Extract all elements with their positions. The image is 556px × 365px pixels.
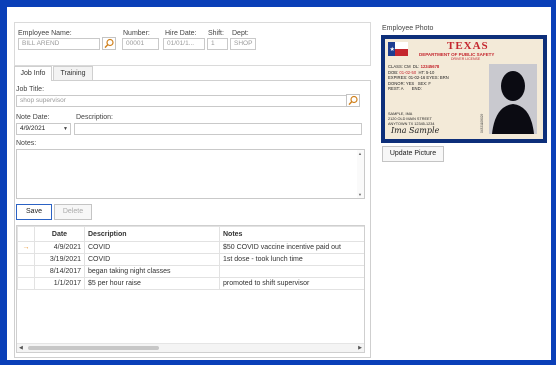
- cell-description[interactable]: began taking night classes: [84, 265, 220, 278]
- card-state-title: TEXAS: [447, 40, 489, 52]
- cell-notes[interactable]: 1st dose - took lunch time: [219, 253, 364, 266]
- cell-notes[interactable]: [219, 265, 364, 278]
- update-picture-button[interactable]: Update Picture: [382, 146, 444, 162]
- row-indicator-header: [17, 226, 35, 242]
- note-date-label: Note Date:: [16, 114, 50, 121]
- card-eyes: EYES: BRN: [426, 75, 449, 81]
- notes-scrollbar[interactable]: ▲ ▼: [357, 150, 364, 198]
- table-row[interactable]: → 4/9/2021 COVID $50 COVID vaccine incen…: [17, 241, 364, 254]
- number-label: Number:: [123, 30, 150, 37]
- cell-description[interactable]: COVID: [84, 253, 220, 266]
- chevron-down-icon[interactable]: ▼: [63, 124, 68, 134]
- hire-date-label: Hire Date:: [165, 30, 197, 37]
- card-side-number: 04321108029: [480, 113, 484, 133]
- current-row-arrow-icon: →: [22, 244, 30, 251]
- person-silhouette-icon: [489, 64, 537, 134]
- row-indicator: [17, 265, 35, 278]
- notes-table: Date Description Notes → 4/9/2021 COVID …: [17, 226, 364, 290]
- table-header-row: Date Description Notes: [17, 226, 364, 242]
- employee-name-field[interactable]: BILL AREND: [18, 38, 100, 50]
- cell-date[interactable]: 1/1/2017: [34, 277, 85, 290]
- table-row[interactable]: 8/14/2017 began taking night classes: [17, 265, 364, 278]
- card-class: CLASS: CM: [388, 64, 411, 69]
- scroll-down-icon[interactable]: ▼: [358, 192, 362, 197]
- card-type: DRIVER LICENSE: [451, 57, 481, 61]
- scroll-up-icon[interactable]: ▲: [358, 151, 362, 156]
- texas-flag-icon: ★: [388, 42, 408, 56]
- notes-label: Notes:: [16, 140, 37, 147]
- column-header-date[interactable]: Date: [34, 226, 85, 242]
- column-header-notes[interactable]: Notes: [219, 226, 364, 242]
- card-signature: Ima Sample: [391, 126, 440, 135]
- card-rest: REST: A: [388, 86, 404, 92]
- cell-notes[interactable]: $50 COVID vaccine incentive paid out: [219, 241, 364, 254]
- job-title-field[interactable]: shop supervisor: [16, 95, 347, 107]
- table-row[interactable]: 1/1/2017 $5 per hour raise promoted to s…: [17, 277, 364, 290]
- scrollbar-thumb[interactable]: [28, 346, 159, 350]
- column-header-description[interactable]: Description: [84, 226, 220, 242]
- employee-photo-label: Employee Photo: [382, 25, 434, 32]
- card-dl: 12345678: [420, 64, 440, 69]
- search-icon: [348, 95, 358, 106]
- card-end: END:: [411, 86, 422, 92]
- description-label: Description:: [76, 114, 113, 121]
- search-icon: [104, 38, 114, 49]
- employee-name-label: Employee Name:: [18, 30, 72, 37]
- job-title-search-button[interactable]: [346, 94, 360, 107]
- license-card: ★ TEXAS DEPARTMENT OF PUBLIC SAFETY DRIV…: [385, 39, 543, 139]
- cell-date[interactable]: 8/14/2017: [34, 265, 85, 278]
- dept-label: Dept:: [232, 30, 249, 37]
- employee-search-button[interactable]: [102, 37, 116, 50]
- tab-job-info[interactable]: Job Info: [14, 66, 52, 81]
- card-dob-label: DOB:: [388, 69, 399, 75]
- notes-textarea[interactable]: ▲ ▼: [16, 149, 365, 199]
- svg-text:★: ★: [390, 46, 395, 53]
- card-sex: SEX: F: [417, 80, 431, 86]
- card-dl-label: DL:: [412, 64, 420, 69]
- cell-date[interactable]: 3/19/2021: [34, 253, 85, 266]
- scroll-right-icon[interactable]: ▶: [358, 345, 362, 351]
- cell-description[interactable]: COVID: [84, 241, 220, 254]
- card-address-1: 2120 OLD MAIN STREET: [388, 116, 432, 121]
- notes-grid: Date Description Notes → 4/9/2021 COVID …: [16, 225, 365, 353]
- number-field[interactable]: 00001: [122, 38, 159, 50]
- hire-date-field[interactable]: 01/01/1...: [163, 38, 205, 50]
- description-field[interactable]: [74, 123, 362, 135]
- cell-notes[interactable]: promoted to shift supervisor: [219, 277, 364, 290]
- note-date-picker[interactable]: 4/9/2021 ▼: [16, 123, 71, 135]
- job-title-label: Job Title:: [16, 86, 45, 93]
- row-indicator: →: [17, 241, 35, 254]
- table-row[interactable]: 3/19/2021 COVID 1st dose - took lunch ti…: [17, 253, 364, 266]
- cell-date[interactable]: 4/9/2021: [34, 241, 85, 254]
- note-date-value: 4/9/2021: [20, 125, 46, 132]
- row-indicator: [17, 253, 35, 266]
- horizontal-scrollbar[interactable]: ◀ ▶: [17, 343, 364, 352]
- row-indicator: [17, 277, 35, 290]
- card-donor: DONOR: YES: [388, 80, 415, 86]
- employee-photo: ★ TEXAS DEPARTMENT OF PUBLIC SAFETY DRIV…: [381, 35, 547, 143]
- shift-label: Shift:: [208, 30, 224, 37]
- delete-button[interactable]: Delete: [54, 204, 92, 220]
- save-button[interactable]: Save: [16, 204, 52, 220]
- tab-job-info-label: Job Info: [20, 70, 46, 77]
- shift-field[interactable]: 1: [207, 38, 228, 50]
- card-expires: EXPIRES: 01-02-16: [388, 75, 426, 81]
- card-dob: 01-02-50: [399, 69, 417, 75]
- tab-training[interactable]: Training: [53, 66, 93, 81]
- dept-field[interactable]: SHOP: [230, 38, 256, 50]
- tab-training-label: Training: [60, 70, 86, 77]
- cell-description[interactable]: $5 per hour raise: [84, 277, 220, 290]
- app-panel: Employee Name: BILL AREND Number: 00001 …: [7, 7, 551, 360]
- scroll-left-icon[interactable]: ◀: [19, 345, 23, 351]
- card-ht: HT: 5-10: [418, 69, 435, 75]
